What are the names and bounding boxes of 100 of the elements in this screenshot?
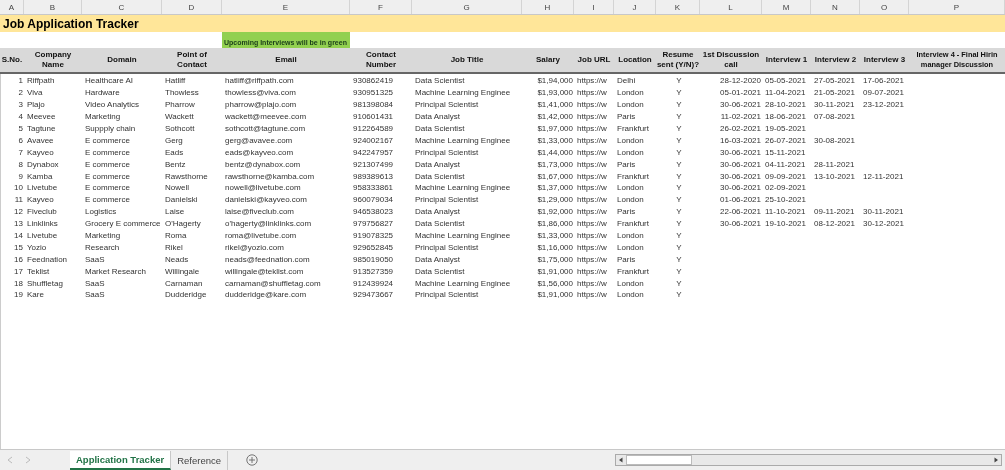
table-cell: Neads: [165, 253, 189, 265]
table-cell: Principal Scientist: [415, 241, 479, 253]
table-cell: Data Analyst: [415, 158, 460, 170]
table-cell: Linklinks: [27, 218, 58, 230]
table-cell: 930862419: [353, 75, 394, 87]
table-cell: Paris: [617, 253, 636, 265]
horizontal-scrollbar[interactable]: [615, 454, 1002, 466]
table-cell: E commerce: [85, 182, 130, 194]
column-header[interactable]: G: [412, 0, 522, 14]
table-cell: Sothcott: [165, 123, 195, 134]
add-sheet-icon[interactable]: [246, 454, 258, 466]
table-cell: Gerg: [165, 134, 183, 146]
header-cell-text: Job URL: [576, 54, 612, 66]
table-cell: 02-09-2021: [765, 182, 806, 194]
column-header[interactable]: D: [162, 0, 222, 14]
table-cell: 12: [14, 206, 23, 218]
table-cell: Meevee: [27, 111, 56, 123]
sheet-tab[interactable]: Application Tracker: [70, 450, 172, 470]
table-cell: Y: [676, 194, 682, 206]
table-cell: wackett@meevee.com: [225, 111, 307, 123]
table-cell: Data Analyst: [415, 253, 460, 265]
table-cell: 9: [18, 170, 23, 182]
table-cell: Wackett: [165, 111, 194, 123]
column-header[interactable]: E: [222, 0, 350, 14]
column-header[interactable]: K: [656, 0, 700, 14]
table-cell: Laise: [165, 206, 185, 218]
column-header[interactable]: P: [909, 0, 1005, 14]
table-cell: neads@feednation.com: [225, 253, 310, 265]
table-cell: $1,42,000: [537, 111, 573, 123]
header-cell-text: Contact Number: [364, 49, 398, 71]
table-cell: 08-12-2021: [814, 218, 855, 230]
table-cell: $1,29,000: [537, 194, 573, 206]
table-cell: carnaman@shuffletag.com: [225, 277, 321, 289]
sheet-tab[interactable]: Reference: [171, 450, 228, 470]
column-header[interactable]: F: [350, 0, 412, 14]
column-header[interactable]: A: [0, 0, 24, 14]
table-cell: 5: [18, 123, 23, 134]
table-cell: Data Analyst: [415, 111, 460, 123]
table-cell: Machine Learning Enginee: [415, 182, 511, 194]
table-cell: London: [617, 134, 644, 146]
table-cell: 27-05-2021: [814, 75, 855, 87]
table-cell: sothcott@tagtune.com: [225, 123, 306, 134]
sheet-title: Job Application Tracker: [2, 16, 139, 31]
table-cell: https://w: [577, 182, 607, 194]
table-cell: bentz@dynabox.com: [225, 158, 301, 170]
table-cell: 09-11-2021: [814, 206, 855, 218]
table-cell: $1,91,000: [537, 289, 573, 301]
table-cell: Plajo: [27, 99, 45, 111]
column-header[interactable]: I: [574, 0, 614, 14]
table-cell: 979756827: [353, 218, 394, 230]
table-cell: 919078325: [353, 230, 394, 241]
table-cell: Suppply chain: [85, 123, 136, 134]
table-cell: rikel@yozio.com: [225, 241, 284, 253]
table-cell: Grocery E commerce: [85, 218, 161, 230]
column-header[interactable]: C: [82, 0, 162, 14]
table-cell: London: [617, 87, 644, 99]
table-cell: https://w: [577, 289, 607, 301]
table-cell: 17-06-2021: [863, 75, 904, 87]
table-cell: Roma: [165, 230, 187, 241]
table-cell: 19-10-2021: [765, 218, 806, 230]
table-cell: Machine Learning Enginee: [415, 230, 511, 241]
column-header[interactable]: L: [700, 0, 762, 14]
table-cell: Logistics: [85, 206, 117, 218]
column-header[interactable]: B: [24, 0, 82, 14]
table-cell: 3: [18, 99, 23, 111]
table-cell: 11-02-2021: [720, 111, 761, 123]
table-cell: 989389613: [353, 170, 394, 182]
table-cell: 09-09-2021: [765, 170, 806, 182]
column-header[interactable]: N: [811, 0, 860, 14]
header-cell-text: 1st Discussion call: [701, 49, 761, 71]
table-cell: SaaS: [85, 289, 105, 301]
table-cell: Marketing: [85, 230, 121, 241]
table-cell: $1,37,000: [537, 182, 573, 194]
column-header[interactable]: H: [522, 0, 574, 14]
table-cell: London: [617, 241, 644, 253]
table-cell: 946538023: [353, 206, 394, 218]
table-cell: 30-06-2021: [720, 146, 761, 158]
table-cell: Y: [676, 170, 682, 182]
table-cell: Y: [676, 218, 682, 230]
table-cell: 07-08-2021: [814, 111, 855, 123]
table-cell: Dynabox: [27, 158, 59, 170]
table-cell: Fiveclub: [27, 206, 57, 218]
table-cell: 6: [18, 134, 23, 146]
column-header[interactable]: J: [614, 0, 656, 14]
table-cell: 30-12-2021: [863, 218, 904, 230]
table-cell: O'Hagerty: [165, 218, 201, 230]
table-cell: $1,92,000: [537, 206, 573, 218]
table-cell: $1,56,000: [537, 277, 573, 289]
column-header[interactable]: M: [762, 0, 811, 14]
table-cell: 30-11-2021: [814, 99, 855, 111]
table-cell: 28-11-2021: [814, 158, 855, 170]
table-cell: $1,33,000: [537, 134, 573, 146]
column-header[interactable]: O: [860, 0, 909, 14]
table-cell: Tagtune: [27, 123, 56, 134]
table-cell: pharrow@plajo.com: [225, 99, 297, 111]
table-cell: 19-05-2021: [765, 123, 806, 134]
table-cell: 18-06-2021: [765, 111, 806, 123]
table-cell: Kayveo: [27, 194, 54, 206]
table-cell: 913527359: [353, 265, 394, 277]
table-cell: Rikel: [165, 241, 183, 253]
